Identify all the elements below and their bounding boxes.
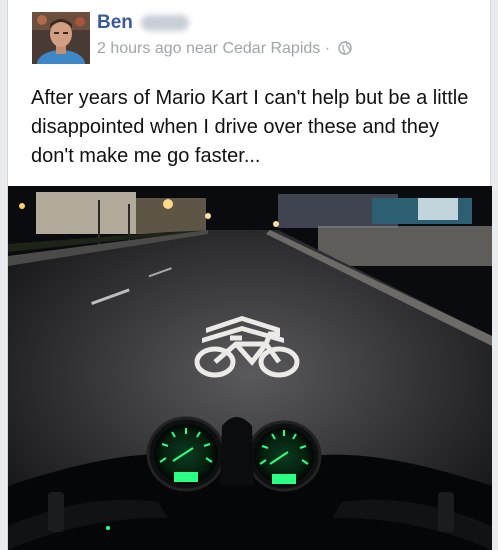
post-meta: 2 hours ago near Cedar Rapids · — [97, 40, 352, 60]
avatar[interactable] — [32, 12, 90, 64]
post-message: After years of Mario Kart I can't help b… — [31, 87, 469, 167]
post-photo[interactable] — [8, 186, 492, 550]
redacted-surname — [141, 15, 189, 31]
profile-photo — [32, 12, 90, 64]
post-card: Ben 2 hours ago near Cedar Rapids · Afte… — [7, 0, 492, 550]
timestamp[interactable]: 2 hours ago — [97, 40, 182, 57]
author-name-link[interactable]: Ben — [97, 12, 133, 34]
location[interactable]: near Cedar Rapids — [186, 40, 320, 57]
meta-separator: · — [324, 40, 331, 57]
globe-icon[interactable] — [337, 41, 352, 60]
road-bike-lane-image — [8, 186, 492, 550]
